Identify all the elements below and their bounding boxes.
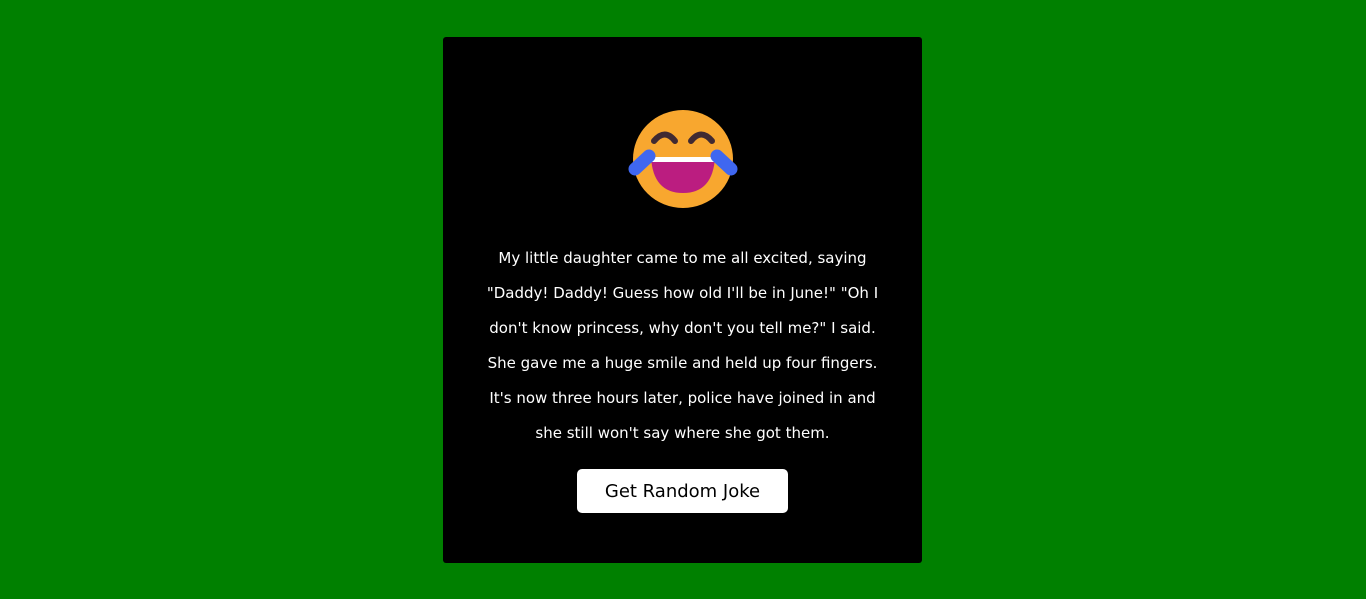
joke-card: My little daughter came to me all excite… [443,37,922,563]
tears-of-joy-emoji-icon [628,110,737,208]
emoji-container [443,107,922,211]
joke-text: My little daughter came to me all excite… [486,249,879,442]
get-random-joke-button[interactable]: Get Random Joke [577,469,788,513]
